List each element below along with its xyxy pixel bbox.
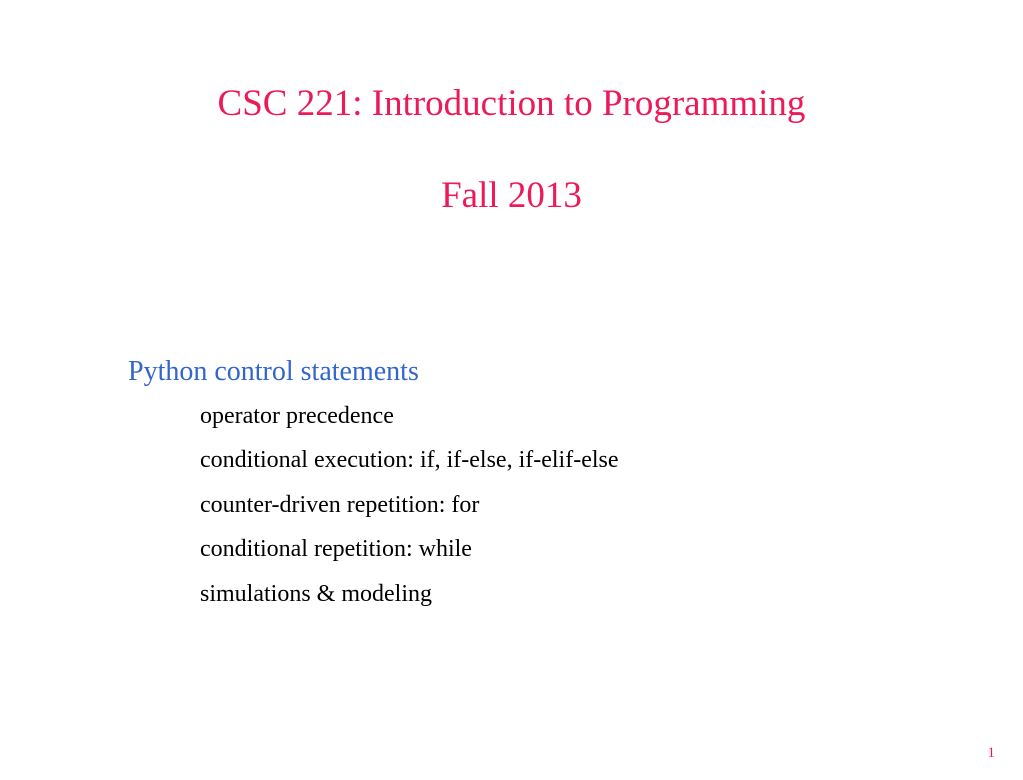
bullet-list: operator precedence conditional executio… xyxy=(168,400,619,610)
page-number: 1 xyxy=(988,745,996,762)
bullet-text: simulations & modeling xyxy=(200,578,432,610)
title-block: CSC 221: Introduction to Programming Fal… xyxy=(0,0,1023,219)
topic-subtitle: Python control statements xyxy=(128,356,619,388)
list-item: conditional repetition: while xyxy=(168,533,619,565)
bullet-text: conditional execution: if, if-else, if-e… xyxy=(200,444,619,476)
list-item: counter-driven repetition: for xyxy=(168,489,619,521)
course-term: Fall 2013 xyxy=(0,174,1023,218)
content-block: Python control statements operator prece… xyxy=(128,356,619,622)
list-item: operator precedence xyxy=(168,400,619,432)
bullet-text: conditional repetition: while xyxy=(200,533,472,565)
bullet-text: operator precedence xyxy=(200,400,394,432)
list-item: conditional execution: if, if-else, if-e… xyxy=(168,444,619,476)
bullet-text: counter-driven repetition: for xyxy=(200,489,479,521)
course-title: CSC 221: Introduction to Programming xyxy=(0,82,1023,126)
slide: CSC 221: Introduction to Programming Fal… xyxy=(0,0,1023,780)
list-item: simulations & modeling xyxy=(168,578,619,610)
